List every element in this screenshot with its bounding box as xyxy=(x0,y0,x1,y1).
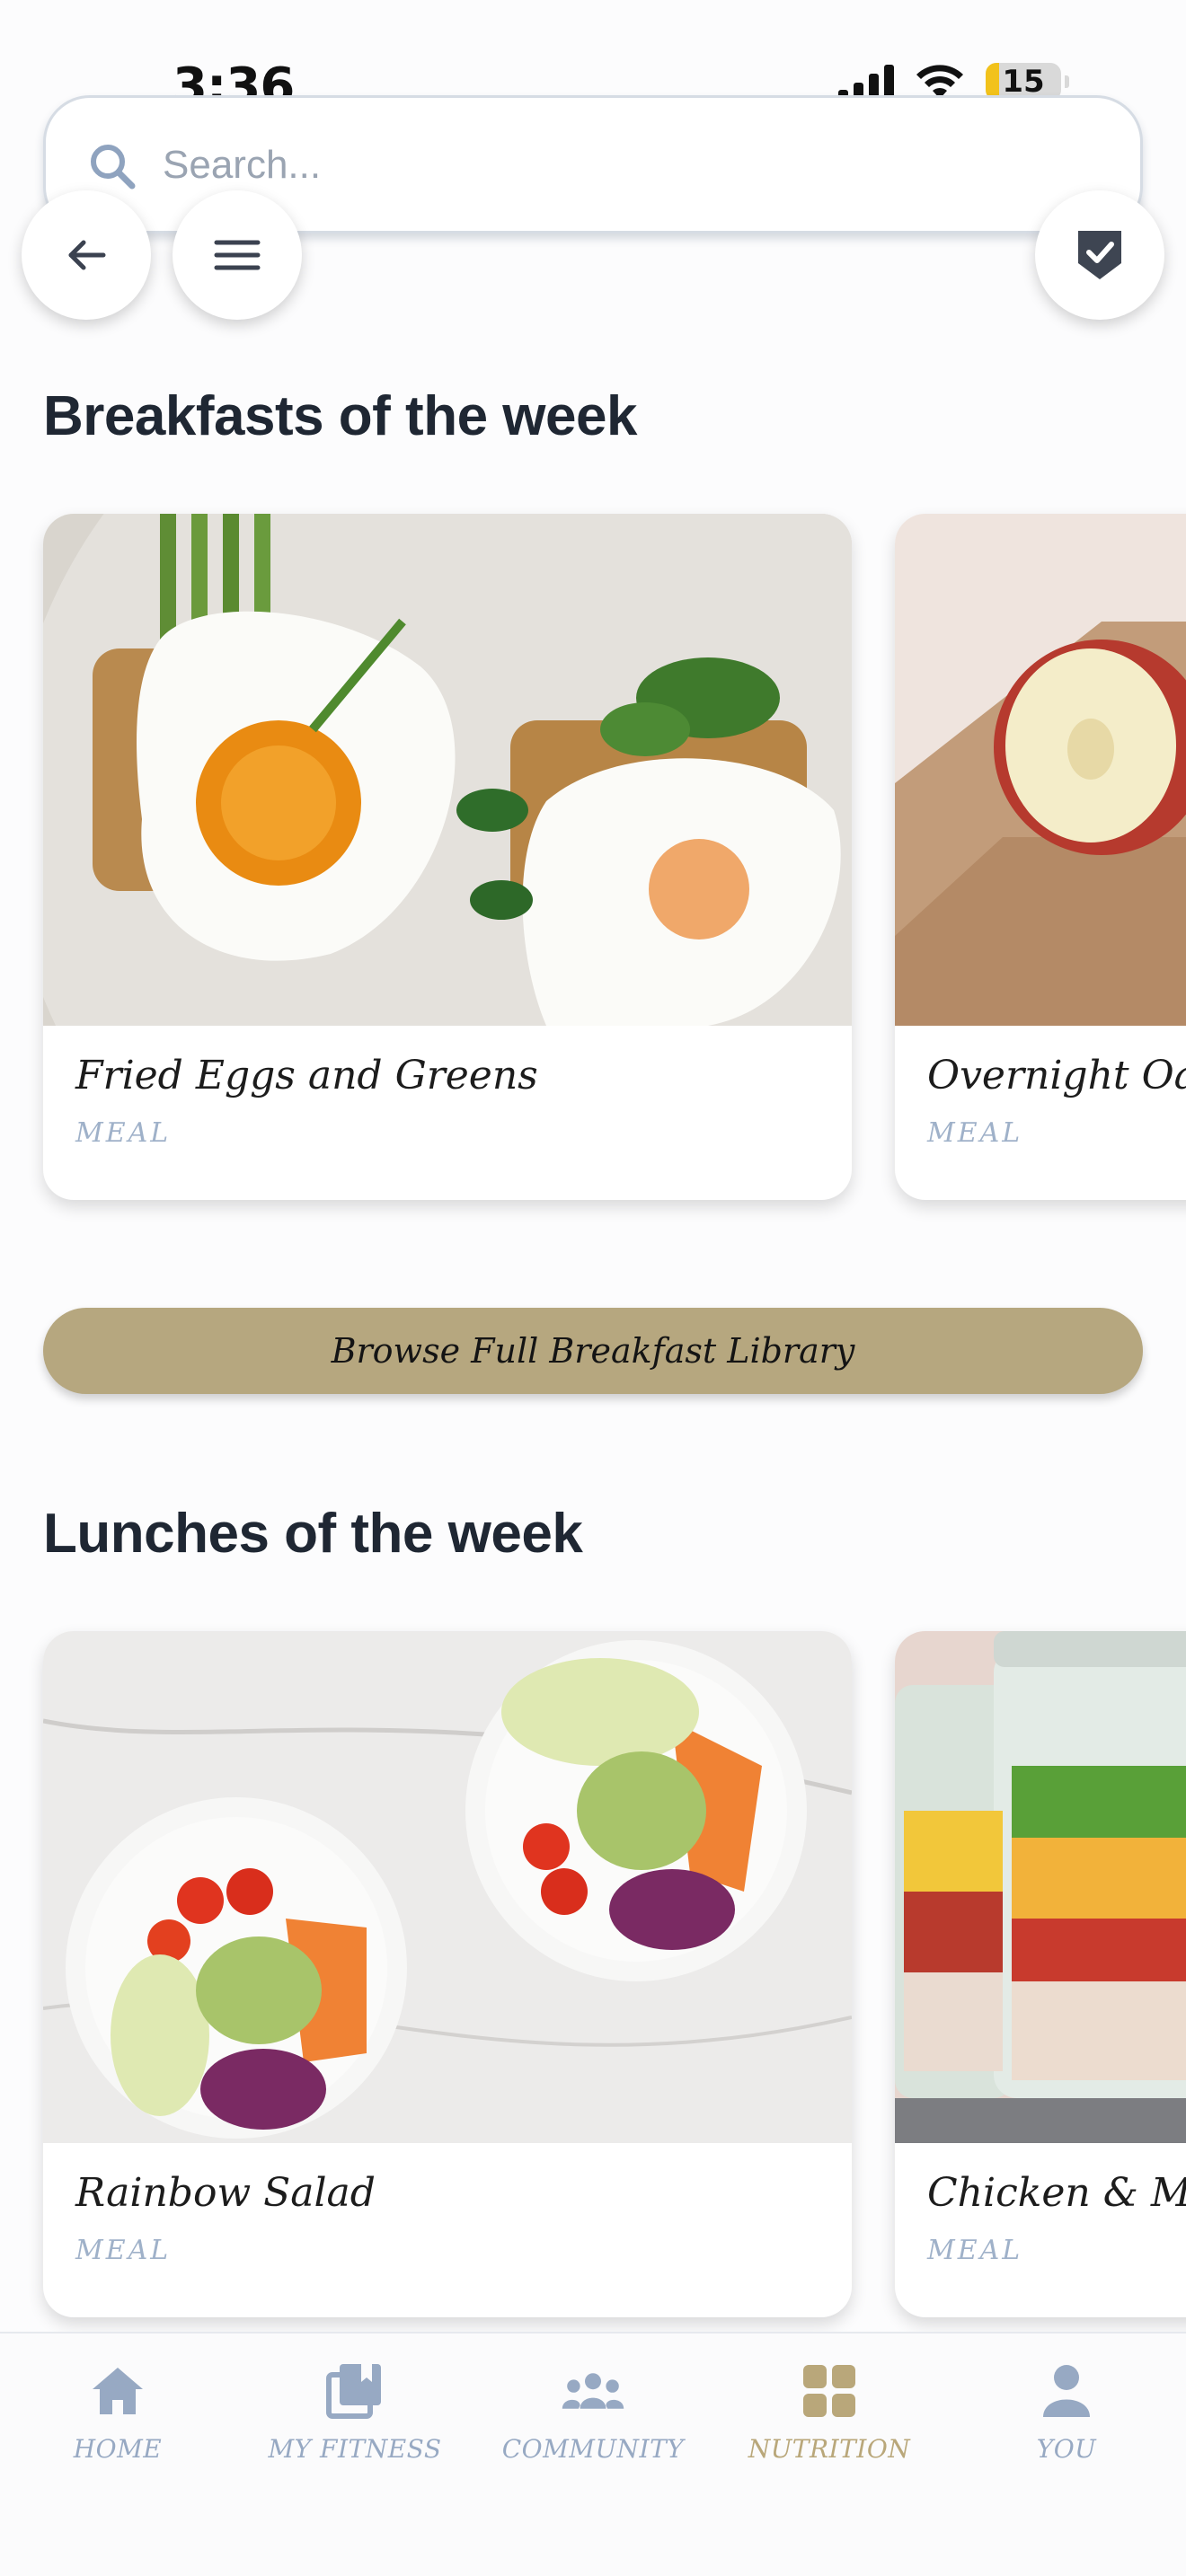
nav-item-community[interactable]: COMMUNITY xyxy=(490,2359,696,2464)
menu-button[interactable] xyxy=(173,190,302,320)
meal-card[interactable]: Overnight Oats MEAL xyxy=(895,514,1186,1200)
nav-item-nutrition[interactable]: NUTRITION xyxy=(726,2359,933,2464)
battery-level: 15 xyxy=(1002,64,1045,100)
search-icon xyxy=(91,145,136,190)
browse-breakfast-library-button[interactable]: Browse Full Breakfast Library xyxy=(43,1308,1143,1394)
nav-item-my-fitness[interactable]: MY FITNESS xyxy=(252,2359,458,2464)
people-icon xyxy=(561,2359,625,2423)
back-button[interactable] xyxy=(22,190,151,320)
person-icon xyxy=(1034,2359,1099,2423)
meal-card[interactable]: Rainbow Salad MEAL xyxy=(43,1631,852,2317)
nav-item-home[interactable]: HOME xyxy=(14,2359,221,2464)
breakfast-section-title: Breakfasts of the week xyxy=(43,385,637,447)
home-icon xyxy=(85,2359,150,2423)
nav-label: MY FITNESS xyxy=(268,2434,442,2464)
meal-title: Fried Eggs and Greens xyxy=(75,1053,538,1098)
meal-image xyxy=(895,514,1186,1026)
meal-tag: MEAL xyxy=(75,1117,172,1149)
bottom-nav: HOME MY FITNESS COMMUNITY NUTRITION YOU xyxy=(0,2332,1186,2576)
lunch-section-title: Lunches of the week xyxy=(43,1503,583,1565)
nav-item-you[interactable]: YOU xyxy=(963,2359,1170,2464)
nav-label: HOME xyxy=(73,2434,163,2464)
meal-image xyxy=(43,1631,852,2143)
arrow-left-icon xyxy=(68,240,106,270)
meal-image xyxy=(895,1631,1186,2143)
nav-label: NUTRITION xyxy=(748,2434,911,2464)
meal-tag: MEAL xyxy=(927,1117,1023,1149)
grid-icon xyxy=(797,2359,862,2423)
meal-image xyxy=(43,514,852,1026)
nav-label: COMMUNITY xyxy=(501,2434,685,2464)
meal-title: Chicken & Mang xyxy=(927,2170,1186,2216)
saved-button[interactable] xyxy=(1035,190,1164,320)
search-input[interactable] xyxy=(163,134,1061,197)
meal-tag: MEAL xyxy=(927,2235,1023,2266)
shield-check-icon xyxy=(1078,231,1121,279)
nav-label: YOU xyxy=(1036,2434,1097,2464)
meal-tag: MEAL xyxy=(75,2235,172,2266)
meal-card[interactable]: Chicken & Mang MEAL xyxy=(895,1631,1186,2317)
screen: 3:36 15 Search... Breakfasts of the week… xyxy=(0,0,1186,2576)
book-icon xyxy=(323,2359,387,2423)
hamburger-menu-icon xyxy=(214,240,261,270)
meal-title: Overnight Oats xyxy=(927,1053,1186,1098)
meal-title: Rainbow Salad xyxy=(75,2170,376,2216)
meal-card[interactable]: Fried Eggs and Greens MEAL xyxy=(43,514,852,1200)
